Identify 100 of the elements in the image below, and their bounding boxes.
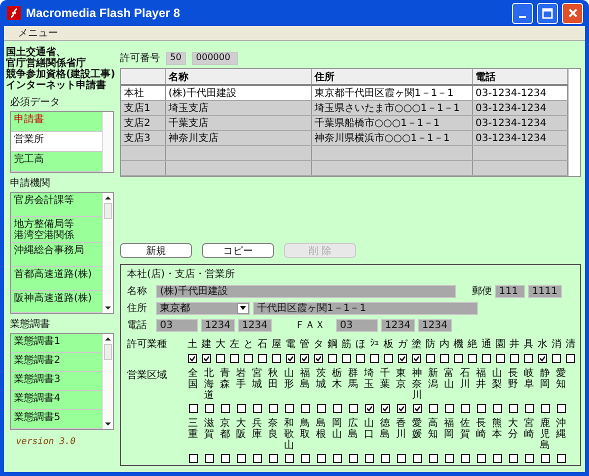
checkbox[interactable] bbox=[556, 404, 566, 413]
checkbox[interactable] bbox=[236, 404, 246, 413]
list-item[interactable]: 申請書 bbox=[11, 112, 102, 132]
checkbox[interactable] bbox=[496, 354, 504, 363]
checkbox[interactable] bbox=[230, 354, 238, 363]
checkbox[interactable] bbox=[342, 354, 350, 363]
checkbox[interactable] bbox=[300, 404, 310, 413]
table-cell[interactable]: 本社 bbox=[121, 85, 165, 100]
list-item[interactable]: 営業所 bbox=[11, 132, 102, 152]
permit-number-field[interactable]: 000000 bbox=[192, 52, 238, 64]
checkbox[interactable] bbox=[258, 354, 266, 363]
checkbox[interactable] bbox=[316, 404, 326, 413]
checkbox[interactable] bbox=[300, 354, 308, 363]
checkbox[interactable] bbox=[524, 404, 534, 413]
checkbox[interactable] bbox=[396, 454, 406, 463]
checkbox[interactable] bbox=[428, 404, 438, 413]
list-item[interactable]: 沖縄総合事務局 bbox=[11, 243, 102, 267]
checkbox[interactable] bbox=[468, 354, 476, 363]
checkbox[interactable] bbox=[510, 354, 518, 363]
checkbox[interactable] bbox=[412, 454, 422, 463]
checkbox[interactable] bbox=[380, 404, 390, 413]
scroll-thumb[interactable] bbox=[104, 203, 112, 219]
list-item[interactable]: 業態調書1 bbox=[11, 334, 102, 353]
fax-field[interactable]: 03 bbox=[336, 318, 378, 332]
checkbox[interactable] bbox=[426, 354, 434, 363]
list-item[interactable]: 業態調書3 bbox=[11, 372, 102, 391]
checkbox[interactable] bbox=[412, 404, 422, 413]
scrollbar[interactable] bbox=[102, 112, 113, 172]
checkbox[interactable] bbox=[268, 454, 278, 463]
checkbox[interactable] bbox=[316, 454, 326, 463]
checkbox[interactable] bbox=[364, 454, 374, 463]
checkbox[interactable] bbox=[286, 354, 294, 363]
checkbox[interactable] bbox=[220, 404, 230, 413]
table-cell[interactable]: 埼玉支店 bbox=[165, 100, 311, 116]
checkbox[interactable] bbox=[244, 354, 252, 363]
menu-item[interactable]: メニュー bbox=[18, 26, 58, 40]
action-button[interactable]: 新規 bbox=[120, 243, 192, 258]
checkbox[interactable] bbox=[356, 354, 364, 363]
postal-code-field[interactable]: 111 bbox=[495, 284, 525, 298]
table-cell[interactable]: 03-1234-1234 bbox=[472, 116, 568, 130]
table-cell[interactable]: 03-1234-1234 bbox=[472, 100, 568, 116]
table-cell[interactable]: 03-1234-1234 bbox=[472, 85, 568, 100]
address-field[interactable]: 千代田区霞ヶ関1－1－1 bbox=[253, 302, 478, 314]
checkbox[interactable] bbox=[380, 454, 390, 463]
checkbox[interactable] bbox=[348, 454, 358, 463]
table-cell[interactable]: 東京都千代田区霞ヶ関1－1－1 bbox=[311, 85, 472, 100]
checkbox[interactable] bbox=[332, 404, 342, 413]
checkbox[interactable] bbox=[188, 404, 198, 413]
checkbox[interactable] bbox=[398, 354, 406, 363]
checkbox[interactable] bbox=[454, 354, 462, 363]
list-item[interactable]: 首都高速道路(株) bbox=[11, 267, 102, 291]
minimize-button[interactable] bbox=[512, 2, 533, 24]
checkbox[interactable] bbox=[476, 454, 486, 463]
checkbox[interactable] bbox=[538, 354, 546, 363]
checkbox[interactable] bbox=[236, 454, 246, 463]
fax-field[interactable]: 1234 bbox=[381, 318, 415, 332]
table-cell[interactable]: 千葉県船橋市○○○1－1－1 bbox=[311, 116, 472, 130]
checkbox[interactable] bbox=[272, 354, 280, 363]
scrollbar[interactable] bbox=[102, 334, 113, 429]
table-cell[interactable]: 支店2 bbox=[121, 116, 165, 130]
list-item[interactable]: 地方整備局等 港湾空港関係 bbox=[11, 217, 102, 243]
checkbox[interactable] bbox=[284, 404, 294, 413]
table-cell[interactable]: 埼玉県さいたま市○○○1－1－1 bbox=[311, 100, 472, 116]
checkbox[interactable] bbox=[540, 404, 550, 413]
list-item[interactable]: 業態調書2 bbox=[11, 353, 102, 372]
checkbox[interactable] bbox=[428, 454, 438, 463]
checkbox[interactable] bbox=[252, 454, 262, 463]
checkbox[interactable] bbox=[476, 404, 486, 413]
name-field[interactable]: (株)千代田建設 bbox=[156, 284, 456, 298]
checkbox[interactable] bbox=[204, 404, 214, 413]
permit-prefix-field[interactable]: 50 bbox=[166, 52, 186, 64]
checkbox[interactable] bbox=[188, 354, 196, 363]
scrollbar[interactable] bbox=[102, 193, 113, 313]
checkbox[interactable] bbox=[384, 354, 392, 363]
checkbox[interactable] bbox=[492, 454, 502, 463]
checkbox[interactable] bbox=[444, 404, 454, 413]
list-item[interactable]: 完工高 bbox=[11, 152, 102, 172]
checkbox[interactable] bbox=[412, 354, 420, 363]
checkbox[interactable] bbox=[252, 404, 262, 413]
checkbox[interactable] bbox=[566, 354, 574, 363]
checkbox[interactable] bbox=[460, 404, 470, 413]
checkbox[interactable] bbox=[188, 454, 198, 463]
checkbox[interactable] bbox=[492, 404, 502, 413]
list-item[interactable]: 阪神高速道路(株) bbox=[11, 291, 102, 313]
checkbox[interactable] bbox=[284, 454, 294, 463]
checkbox[interactable] bbox=[552, 354, 560, 363]
checkbox[interactable] bbox=[540, 454, 550, 463]
checkbox[interactable] bbox=[396, 404, 406, 413]
maximize-button[interactable] bbox=[537, 2, 558, 24]
checkbox[interactable] bbox=[482, 354, 490, 363]
checkbox[interactable] bbox=[204, 454, 214, 463]
checkbox[interactable] bbox=[202, 354, 210, 363]
table-cell[interactable]: 支店1 bbox=[121, 100, 165, 116]
phone-field[interactable]: 1234 bbox=[201, 318, 235, 332]
checkbox[interactable] bbox=[508, 404, 518, 413]
checkbox[interactable] bbox=[216, 354, 224, 363]
table-cell[interactable]: 支店3 bbox=[121, 130, 165, 146]
prefecture-dropdown[interactable]: 東京都 bbox=[156, 302, 250, 314]
scroll-thumb[interactable] bbox=[104, 344, 112, 360]
checkbox[interactable] bbox=[524, 354, 532, 363]
